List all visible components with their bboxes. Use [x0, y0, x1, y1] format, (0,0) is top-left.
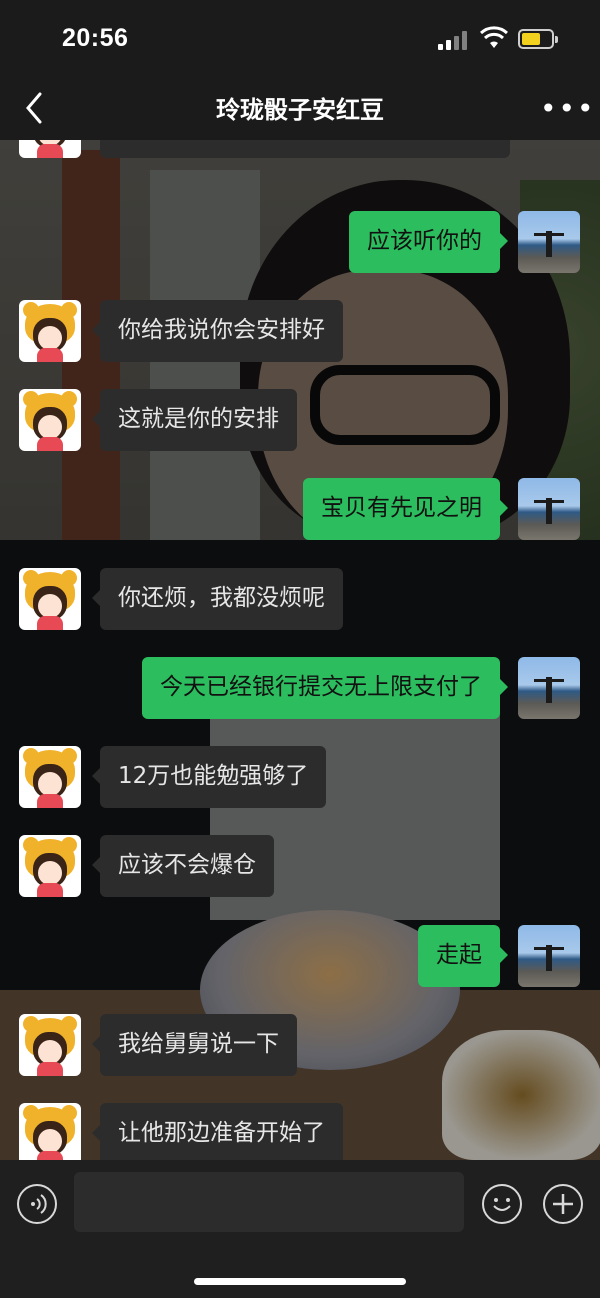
message-bubble[interactable]: 让他那边准备开始了 — [92, 1103, 343, 1160]
home-indicator[interactable] — [194, 1278, 406, 1285]
message-bubble[interactable]: 备 — [100, 140, 510, 158]
emoji-icon[interactable] — [482, 1184, 522, 1224]
status-time: 20:56 — [62, 24, 129, 52]
nav-bar: 玲珑骰子安红豆 ••• — [0, 76, 600, 140]
status-bar: 20:56 — [0, 0, 600, 76]
message-list[interactable]: 备 应该听你的 你给我说你会安排好 这就是你的安排 宝贝有先见之明 你还烦，我都… — [0, 140, 600, 1160]
message-bubble[interactable]: 应该听你的 — [349, 211, 508, 273]
contact-avatar[interactable] — [19, 835, 81, 897]
contact-avatar[interactable] — [19, 568, 81, 630]
self-avatar[interactable] — [518, 925, 580, 987]
message-input[interactable] — [74, 1172, 464, 1232]
wifi-icon — [480, 26, 508, 48]
more-options-icon[interactable]: ••• — [540, 94, 594, 124]
message-bubble[interactable]: 你还烦，我都没烦呢 — [92, 568, 343, 630]
message-bubble[interactable]: 宝贝有先见之明 — [303, 478, 508, 540]
message-bubble[interactable]: 你给我说你会安排好 — [92, 300, 343, 362]
contact-avatar[interactable] — [19, 746, 81, 808]
contact-avatar[interactable] — [19, 1103, 81, 1160]
self-avatar[interactable] — [518, 211, 580, 273]
message-bubble[interactable]: 这就是你的安排 — [92, 389, 297, 451]
contact-avatar[interactable] — [19, 140, 81, 158]
more-functions-plus-icon[interactable] — [543, 1184, 583, 1224]
contact-avatar[interactable] — [19, 389, 81, 451]
contact-avatar[interactable] — [19, 1014, 81, 1076]
chat-title: 玲珑骰子安红豆 — [216, 96, 384, 124]
message-bubble[interactable]: 12万也能勉强够了 — [91, 746, 327, 808]
message-bubble[interactable]: 应该不会爆仓 — [92, 835, 274, 897]
battery-icon — [518, 29, 558, 49]
self-avatar[interactable] — [518, 657, 580, 719]
cell-signal-icon — [438, 30, 468, 50]
contact-avatar[interactable] — [19, 300, 81, 362]
message-bubble[interactable]: 今天已经银行提交无上限支付了 — [142, 657, 508, 719]
message-bubble[interactable]: 走起 — [418, 925, 508, 987]
message-bubble[interactable]: 我给舅舅说一下 — [92, 1014, 297, 1076]
self-avatar[interactable] — [518, 478, 580, 540]
voice-input-icon[interactable] — [17, 1184, 57, 1224]
input-bar — [0, 1160, 600, 1298]
